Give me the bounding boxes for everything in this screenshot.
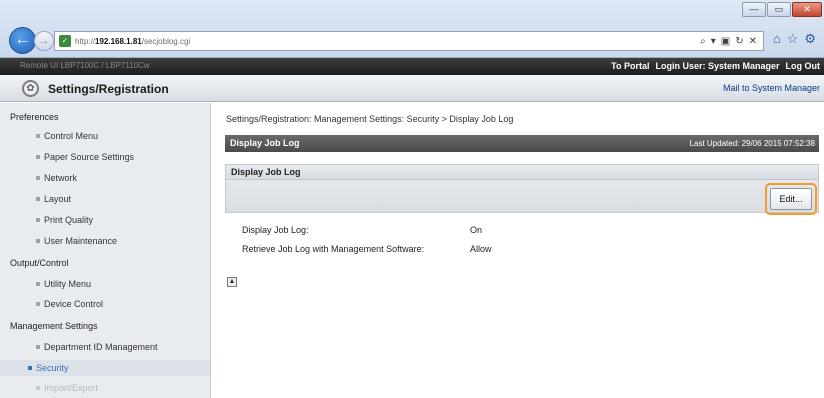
bullet-icon — [36, 239, 40, 243]
minimize-button[interactable]: — — [742, 2, 766, 17]
sidebar-section-management[interactable]: Management Settings — [10, 321, 98, 331]
section-body — [226, 180, 818, 212]
header-links: To Portal Login User: System Manager Log… — [611, 61, 820, 71]
page-title: Display Job Log — [230, 138, 300, 148]
model-label: Remote UI LBP7100C / LBP7110Cw — [20, 61, 150, 70]
edit-button[interactable]: Edit... — [770, 188, 812, 210]
bullet-icon — [28, 366, 32, 370]
sidebar: Preferences Control Menu Paper Source Se… — [0, 103, 211, 398]
home-icon[interactable]: ⌂ — [773, 31, 781, 47]
title-bar: ✿ Settings/Registration Mail to System M… — [0, 75, 824, 102]
sidebar-item-import-export[interactable]: Import/Export — [36, 383, 98, 393]
sidebar-item-user-maintenance[interactable]: User Maintenance — [36, 236, 117, 246]
sidebar-item-label: Layout — [44, 194, 72, 204]
page-heading: Settings/Registration — [48, 82, 169, 96]
bullet-icon — [36, 197, 40, 201]
sidebar-item-control-menu[interactable]: Control Menu — [36, 131, 98, 141]
last-updated: Last Updated: 29/06 2015 07:52:38 — [689, 139, 815, 148]
sidebar-item-label: Paper Source Settings — [44, 152, 135, 162]
bullet-icon — [36, 282, 40, 286]
stop-icon[interactable]: ✕ — [749, 36, 757, 47]
browser-tool-icons: ⌂ ☆ ⚙ — [773, 31, 816, 47]
back-button[interactable]: ← — [9, 27, 36, 54]
sidebar-item-label: Network — [44, 173, 78, 183]
sidebar-item-network[interactable]: Network — [36, 173, 77, 183]
sidebar-item-utility-menu[interactable]: Utility Menu — [36, 279, 91, 289]
display-job-log-label: Display Job Log: — [242, 225, 309, 235]
favorites-icon[interactable]: ☆ — [787, 31, 799, 47]
breadcrumb: Settings/Registration: Management Settin… — [226, 114, 514, 124]
address-actions: ⌕ ▾ ▣ ↻ ✕ — [700, 36, 763, 47]
url-prefix: http:// — [75, 36, 96, 46]
bullet-icon — [36, 386, 40, 390]
settings-gear-icon: ✿ — [22, 80, 39, 97]
bullet-icon — [36, 218, 40, 222]
window-controls: — ▭ ✕ — [742, 2, 822, 17]
sidebar-item-print-quality[interactable]: Print Quality — [36, 215, 93, 225]
sidebar-item-label: Department ID Management — [44, 342, 158, 352]
url-path: /secjoblog.cgi — [141, 36, 191, 46]
bullet-icon — [36, 345, 40, 349]
sidebar-item-security[interactable]: Security — [28, 363, 69, 373]
close-window-button[interactable]: ✕ — [792, 2, 822, 17]
section-header: Display Job Log — [226, 165, 818, 180]
app-header: Remote UI LBP7100C / LBP7110Cw To Portal… — [0, 58, 824, 75]
refresh-icon[interactable]: ↻ — [735, 36, 743, 47]
browser-toolbar: — ▭ ✕ ← → ✓ http:// 192.168.1.81 /secjob… — [0, 0, 824, 58]
settings-section: Display Job Log — [225, 164, 819, 213]
url-host: 192.168.1.81 — [95, 36, 142, 46]
bullet-icon — [36, 302, 40, 306]
sidebar-item-label: Print Quality — [44, 215, 94, 225]
display-job-log-value: On — [470, 225, 483, 235]
bullet-icon — [36, 176, 40, 180]
to-portal-link[interactable]: To Portal — [611, 61, 649, 71]
sidebar-item-label: Security — [36, 363, 69, 373]
address-bar[interactable]: ✓ http:// 192.168.1.81 /secjoblog.cgi ⌕ … — [54, 31, 764, 51]
logout-link[interactable]: Log Out — [786, 61, 821, 71]
sidebar-section-output-control[interactable]: Output/Control — [10, 258, 69, 268]
retrieve-job-log-value: Allow — [470, 244, 492, 254]
sidebar-item-paper-source[interactable]: Paper Source Settings — [36, 152, 134, 162]
gear-icon[interactable]: ⚙ — [804, 31, 816, 47]
sidebar-item-label: Device Control — [44, 299, 104, 309]
sidebar-item-device-control[interactable]: Device Control — [36, 299, 103, 309]
bullet-icon — [36, 155, 40, 159]
forward-button[interactable]: → — [34, 31, 54, 51]
sidebar-item-label: User Maintenance — [44, 236, 118, 246]
sidebar-section-preferences[interactable]: Preferences — [10, 112, 59, 122]
compat-view-icon[interactable]: ▣ — [721, 36, 730, 47]
sidebar-item-label: Utility Menu — [44, 279, 92, 289]
maximize-button[interactable]: ▭ — [767, 2, 791, 17]
back-to-top-icon[interactable]: ▲ — [227, 277, 237, 287]
login-user-label: Login User: System Manager — [655, 61, 780, 71]
mail-to-system-manager-link[interactable]: Mail to System Manager — [723, 83, 820, 93]
section-title: Display Job Log — [231, 167, 301, 177]
site-icon: ✓ — [59, 35, 71, 47]
sidebar-item-label: Control Menu — [44, 131, 99, 141]
retrieve-job-log-label: Retrieve Job Log with Management Softwar… — [242, 244, 425, 254]
bullet-icon — [36, 134, 40, 138]
sidebar-item-layout[interactable]: Layout — [36, 194, 71, 204]
search-icon[interactable]: ⌕ — [700, 36, 706, 47]
dropdown-icon[interactable]: ▾ — [711, 36, 716, 47]
sidebar-item-department-id[interactable]: Department ID Management — [36, 342, 158, 352]
page-title-bar: Display Job Log Last Updated: 29/06 2015… — [225, 135, 819, 152]
sidebar-item-label: Import/Export — [44, 383, 99, 393]
